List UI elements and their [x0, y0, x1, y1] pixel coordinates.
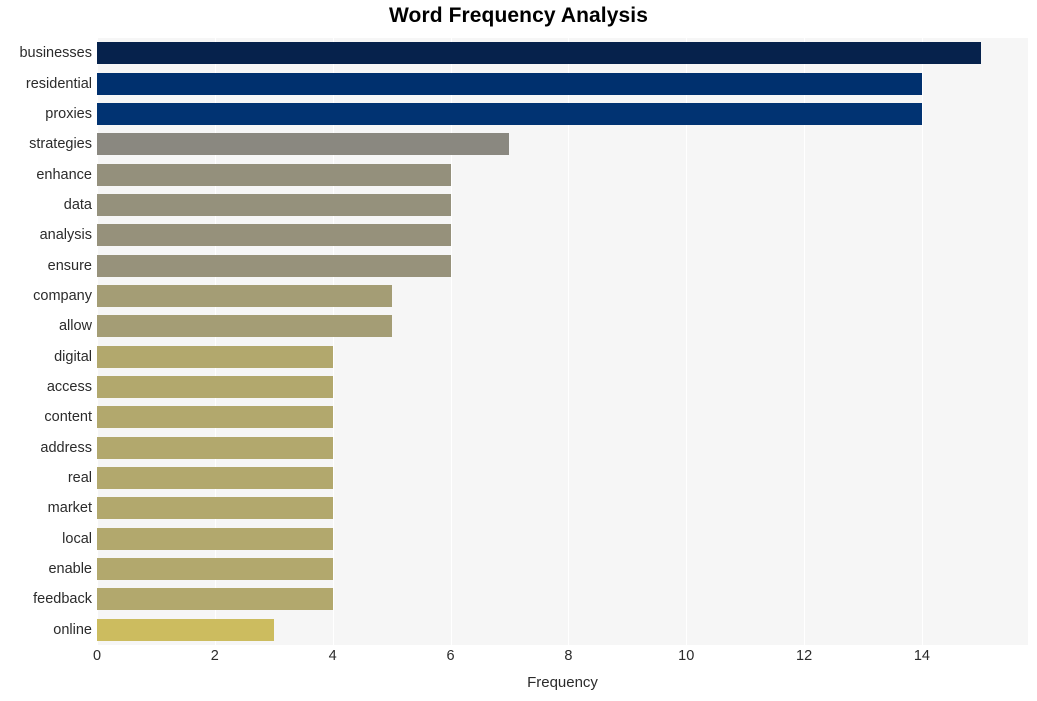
bar	[97, 163, 451, 186]
y-axis-label: analysis	[39, 227, 92, 244]
y-axis-label: data	[63, 196, 92, 213]
x-axis-title: Frequency	[527, 674, 598, 691]
y-axis-label: allow	[58, 318, 92, 335]
y-axis-label: ensure	[47, 257, 92, 274]
plot-area	[97, 38, 1028, 645]
y-axis-label: access	[46, 379, 92, 396]
bar	[97, 254, 451, 277]
y-axis-label: feedback	[33, 591, 92, 608]
bar	[97, 376, 333, 399]
bars-layer	[97, 38, 1028, 645]
y-axis-label: residential	[25, 75, 92, 92]
bar	[97, 72, 922, 95]
bar	[97, 436, 333, 459]
bar	[97, 406, 333, 429]
bar	[97, 527, 333, 550]
y-axis-labels: businesses residential proxies strategies en…	[0, 38, 92, 645]
x-tick-label: 6	[446, 648, 455, 664]
bar	[97, 133, 510, 156]
bar	[97, 224, 451, 247]
bar	[97, 345, 333, 368]
bar	[97, 497, 333, 520]
bar	[97, 558, 333, 581]
x-axis-ticks: 0 2 4 6 8 10 12 14	[93, 648, 1028, 670]
y-axis-label: enhance	[36, 166, 92, 183]
bar	[97, 42, 981, 65]
x-tick-label: 4	[328, 648, 337, 664]
chart-title: Word Frequency Analysis	[388, 4, 649, 27]
bar	[97, 467, 333, 490]
y-axis-label: digital	[54, 348, 92, 365]
y-axis-label: businesses	[19, 45, 92, 62]
x-tick-label: 14	[913, 648, 930, 664]
bar	[97, 193, 451, 216]
x-tick-label: 0	[92, 648, 102, 664]
y-axis-label: strategies	[29, 136, 92, 153]
y-axis-label: local	[62, 530, 92, 547]
y-axis-label: content	[44, 409, 92, 426]
x-tick-label: 8	[564, 648, 573, 664]
y-axis-label: real	[67, 470, 92, 487]
chart-container: Word Frequency Analysis businesses reside…	[0, 0, 1037, 701]
bar	[97, 315, 392, 338]
y-axis-label: online	[53, 621, 92, 638]
bar	[97, 618, 274, 641]
bar	[97, 102, 922, 125]
y-axis-label: enable	[48, 561, 92, 578]
bar	[97, 588, 333, 611]
x-tick-label: 2	[210, 648, 219, 664]
y-axis-label: proxies	[45, 105, 92, 122]
x-tick-label: 12	[796, 648, 813, 664]
y-axis-label: market	[47, 500, 92, 517]
y-axis-label: company	[33, 287, 92, 304]
bar	[97, 284, 392, 307]
x-tick-label: 10	[678, 648, 695, 664]
y-axis-label: address	[40, 439, 92, 456]
